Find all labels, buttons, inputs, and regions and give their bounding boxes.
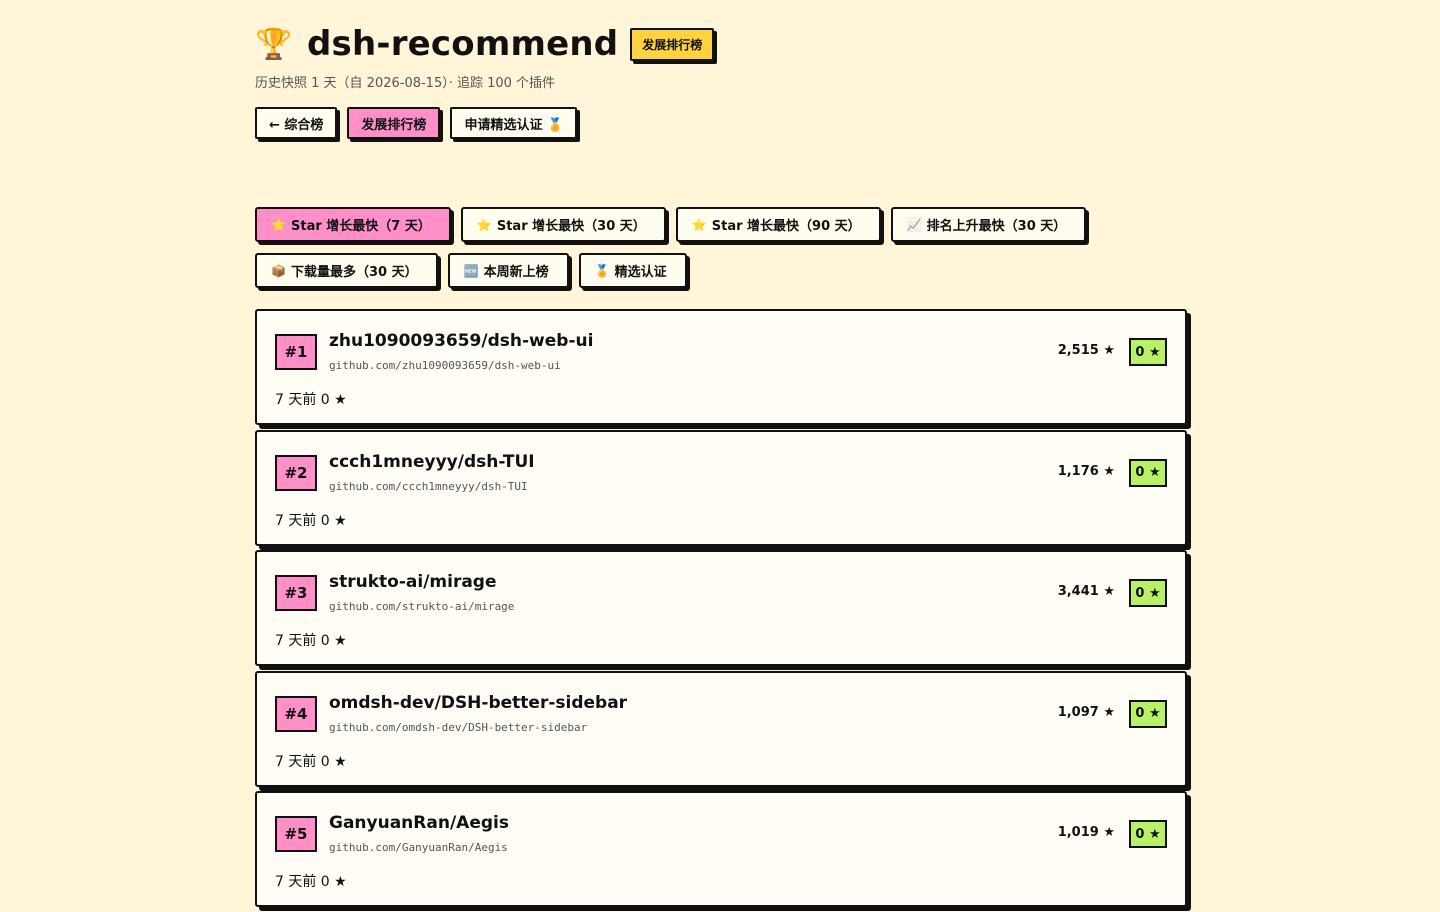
repo-url[interactable]: github.com/ccch1mneyyy/dsh-TUI — [329, 480, 528, 493]
page-header: 🏆 dsh-recommend 发展排行榜 — [255, 22, 715, 66]
repo-name[interactable]: omdsh-dev/DSH-better-sidebar — [329, 693, 627, 713]
tab-label: 下载量最多（30 天） — [291, 265, 418, 280]
history-note: 7 天前 0 ★ — [275, 633, 347, 649]
star-count: 2,515 ★ — [1057, 343, 1115, 358]
star-gain-badge: 0 ★ — [1129, 699, 1167, 728]
history-note: 7 天前 0 ★ — [275, 392, 347, 408]
growth-ranking-button[interactable]: 发展排行榜 — [347, 107, 441, 139]
new-icon: 🆕 — [463, 263, 479, 278]
star-icon: ⭐ — [691, 217, 707, 232]
tab-star-growth-90d[interactable]: ⭐ Star 增长最快（90 天） — [675, 207, 881, 242]
star-count: 1,097 ★ — [1057, 704, 1115, 720]
list-item[interactable]: #2 ccch1mneyyy/dsh-TUI github.com/ccch1m… — [255, 429, 1187, 546]
rank-badge: #5 — [275, 816, 317, 852]
tab-downloads-30d[interactable]: 📦 下载量最多（30 天） — [255, 253, 438, 288]
repo-name[interactable]: ccch1mneyyy/dsh-TUI — [329, 452, 535, 472]
history-note: 7 天前 0 ★ — [275, 753, 347, 770]
tab-new-this-week[interactable]: 🆕 本周新上榜 — [447, 253, 569, 288]
page-title: dsh-recommend — [307, 24, 619, 64]
tab-label: 本周新上榜 — [483, 265, 549, 280]
tab-label: Star 增长最快（7 天） — [291, 219, 431, 234]
tab-featured-certified[interactable]: 🏅 精选认证 — [578, 253, 687, 288]
tab-star-growth-7d[interactable]: ⭐ Star 增长最快（7 天） — [255, 207, 451, 242]
rank-badge: #3 — [275, 575, 317, 611]
repo-name[interactable]: strukto-ai/mirage — [329, 572, 497, 592]
tab-label: 精选认证 — [614, 265, 667, 280]
filter-row-1: ⭐ Star 增长最快（7 天） ⭐ Star 增长最快（30 天） ⭐ Sta… — [255, 207, 1087, 242]
repo-name[interactable]: GanyuanRan/Aegis — [329, 813, 509, 833]
star-icon: ⭐ — [271, 217, 286, 232]
star-count: 3,441 ★ — [1057, 584, 1115, 599]
list-item[interactable]: #5 GanyuanRan/Aegis github.com/GanyuanRa… — [255, 791, 1187, 907]
filter-tabs: ⭐ Star 增长最快（7 天） ⭐ Star 增长最快（30 天） ⭐ Sta… — [255, 207, 1087, 299]
repo-url[interactable]: github.com/GanyuanRan/Aegis — [329, 841, 508, 854]
rank-badge: #4 — [275, 695, 317, 732]
star-gain-badge: 0 ★ — [1129, 579, 1167, 607]
back-to-overall-button[interactable]: ← 综合榜 — [255, 107, 338, 139]
history-note: 7 天前 0 ★ — [275, 874, 347, 890]
page-subtitle: 历史快照 1 天（自 2026-08-15）· 追踪 100 个插件 — [255, 76, 556, 91]
tab-label: Star 增长最快（30 天） — [496, 219, 646, 234]
apply-certification-button[interactable]: 申请精选认证 🏅 — [450, 107, 578, 139]
history-note: 7 天前 0 ★ — [275, 512, 347, 529]
ranking-list: #1 zhu1090093659/dsh-web-ui github.com/z… — [255, 309, 1187, 912]
rank-badge: #1 — [275, 334, 317, 370]
star-count: 1,019 ★ — [1057, 825, 1115, 840]
title-badge: 发展排行榜 — [630, 27, 715, 61]
tab-label: 排名上升最快（30 天） — [926, 219, 1067, 234]
tab-label: Star 增长最快（90 天） — [711, 219, 861, 234]
list-item[interactable]: #1 zhu1090093659/dsh-web-ui github.com/z… — [255, 309, 1187, 425]
star-gain-badge: 0 ★ — [1129, 338, 1167, 366]
package-icon: 📦 — [271, 263, 286, 278]
repo-url[interactable]: github.com/omdsh-dev/DSH-better-sidebar — [329, 721, 587, 734]
star-gain-badge: 0 ★ — [1129, 458, 1167, 487]
nav-buttons: ← 综合榜 发展排行榜 申请精选认证 🏅 — [255, 107, 578, 139]
medal-icon: 🏅 — [594, 263, 610, 278]
repo-url[interactable]: github.com/zhu1090093659/dsh-web-ui — [329, 359, 561, 372]
list-item[interactable]: #3 strukto-ai/mirage github.com/strukto-… — [255, 550, 1187, 666]
tab-rank-rise-30d[interactable]: 📈 排名上升最快（30 天） — [890, 207, 1087, 242]
star-icon: ⭐ — [476, 217, 492, 232]
repo-name[interactable]: zhu1090093659/dsh-web-ui — [329, 331, 593, 351]
trophy-icon: 🏆 — [255, 26, 293, 62]
star-gain-badge: 0 ★ — [1129, 820, 1167, 848]
star-count: 1,176 ★ — [1057, 463, 1115, 479]
tab-star-growth-30d[interactable]: ⭐ Star 增长最快（30 天） — [460, 207, 666, 242]
repo-url[interactable]: github.com/strukto-ai/mirage — [329, 600, 514, 613]
rank-badge: #2 — [275, 454, 317, 491]
list-item[interactable]: #4 omdsh-dev/DSH-better-sidebar github.c… — [255, 670, 1187, 787]
filter-row-2: 📦 下载量最多（30 天） 🆕 本周新上榜 🏅 精选认证 — [255, 253, 1055, 288]
chart-up-icon: 📈 — [906, 217, 922, 232]
